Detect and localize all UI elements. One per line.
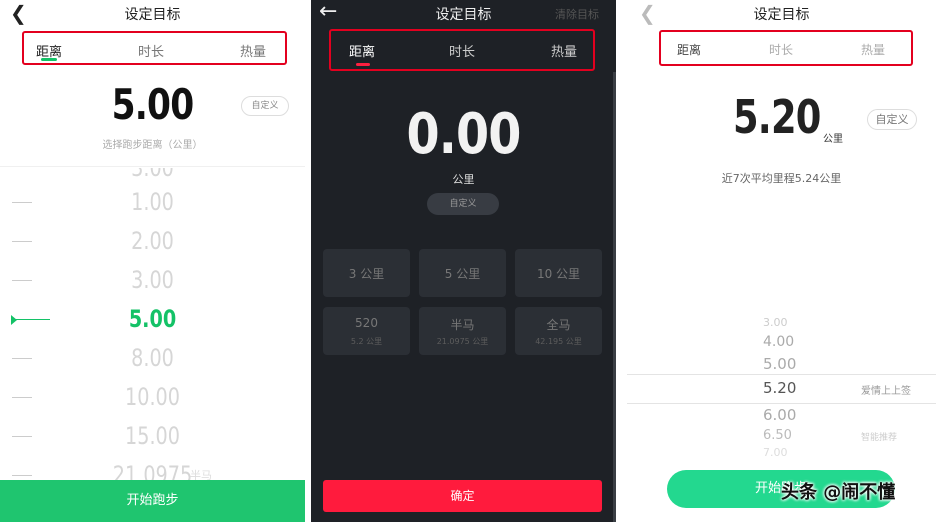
preset-5km[interactable]: 5 公里 bbox=[419, 249, 506, 297]
tab-calories[interactable]: 热量 bbox=[861, 41, 885, 58]
wheel-row[interactable]: 3.00 bbox=[0, 168, 305, 184]
wheel-row-selected[interactable]: 5.00 bbox=[0, 305, 305, 335]
wheel-row[interactable]: 21.0975 半马 bbox=[0, 461, 305, 480]
distance-wheel-picker[interactable]: 3.00 1.00 2.00 3.00 5.00 8.00 10.00 15.0… bbox=[0, 168, 305, 480]
wheel-row[interactable]: 1.00 bbox=[0, 188, 305, 218]
tick-mark bbox=[12, 280, 32, 281]
page-title: 设定目标 bbox=[124, 7, 181, 23]
panel-gap bbox=[616, 0, 627, 522]
tab-calories[interactable]: 热量 bbox=[551, 41, 577, 60]
goal-unit: 公里 bbox=[823, 134, 843, 145]
preset-3km[interactable]: 3 公里 bbox=[323, 249, 410, 297]
goal-unit: 公里 bbox=[452, 173, 475, 186]
confirm-button[interactable]: 确定 bbox=[323, 480, 602, 512]
tab-duration[interactable]: 时长 bbox=[769, 41, 793, 58]
preset-full-marathon[interactable]: 全马 42.195 公里 bbox=[515, 307, 602, 355]
active-tab-indicator bbox=[356, 63, 370, 66]
panel-light-teal: ❮ 设定目标 距离 时长 热量 5.20 公里 自定义 近7次平均里程5.24公… bbox=[627, 0, 946, 522]
panel-light-green: ❮ 设定目标 距离 时长 热量 5.00 自定义 选择跑步距离（公里） 3.00… bbox=[0, 0, 305, 522]
preset-half-marathon[interactable]: 半马 21.0975 公里 bbox=[419, 307, 506, 355]
start-run-button[interactable]: 开始跑步 bbox=[0, 480, 305, 522]
preset-520[interactable]: 520 5.2 公里 bbox=[323, 307, 410, 355]
page-title: 设定目标 bbox=[753, 7, 810, 23]
goal-tabs: 距离 时长 热量 bbox=[659, 30, 913, 66]
tab-distance[interactable]: 距离 bbox=[677, 41, 701, 58]
panel-dark-red: ← 设定目标 清除目标 距离 时长 热量 0.00 公里 自定义 3 公里 5 … bbox=[311, 0, 616, 522]
custom-button[interactable]: 自定义 bbox=[427, 193, 499, 215]
wheel-row[interactable]: 3.00 bbox=[0, 266, 305, 296]
wheel-row[interactable]: 15.00 bbox=[0, 422, 305, 452]
goal-value: 5.20 bbox=[733, 90, 821, 144]
tick-mark bbox=[12, 475, 32, 476]
tick-mark bbox=[12, 241, 32, 242]
selected-pointer-icon bbox=[11, 315, 17, 325]
goal-tabs: 距离 时长 热量 bbox=[22, 31, 287, 65]
tick-mark bbox=[12, 358, 32, 359]
tab-calories[interactable]: 热量 bbox=[240, 41, 266, 60]
tick-mark bbox=[12, 202, 32, 203]
wheel-row[interactable]: 8.00 bbox=[0, 344, 305, 374]
tick-mark bbox=[12, 397, 32, 398]
wheel-row[interactable]: 2.00 bbox=[0, 227, 305, 257]
distance-picker[interactable]: 3.00 4.00 5.00 5.20 爱情上上签 6.00 6.50 智能推荐… bbox=[627, 316, 936, 462]
goal-tabs: 距离 时长 热量 bbox=[329, 29, 595, 71]
clear-goal-button[interactable]: 清除目标 bbox=[555, 6, 599, 22]
divider bbox=[0, 166, 305, 167]
goal-value: 0.00 bbox=[406, 102, 521, 167]
watermark: 头条 @闹不懂 bbox=[781, 482, 896, 503]
preset-10km[interactable]: 10 公里 bbox=[515, 249, 602, 297]
custom-button[interactable]: 自定义 bbox=[241, 96, 289, 116]
recent-average-text: 近7次平均里程5.24公里 bbox=[721, 172, 842, 185]
tab-duration[interactable]: 时长 bbox=[138, 41, 164, 60]
tab-duration[interactable]: 时长 bbox=[449, 41, 475, 60]
active-tab-indicator bbox=[41, 58, 57, 61]
tab-distance[interactable]: 距离 bbox=[349, 41, 375, 60]
picker-hint: 选择跑步距离（公里） bbox=[102, 140, 203, 151]
wheel-row[interactable]: 10.00 bbox=[0, 383, 305, 413]
custom-button[interactable]: 自定义 bbox=[867, 109, 917, 130]
tick-mark bbox=[12, 436, 32, 437]
